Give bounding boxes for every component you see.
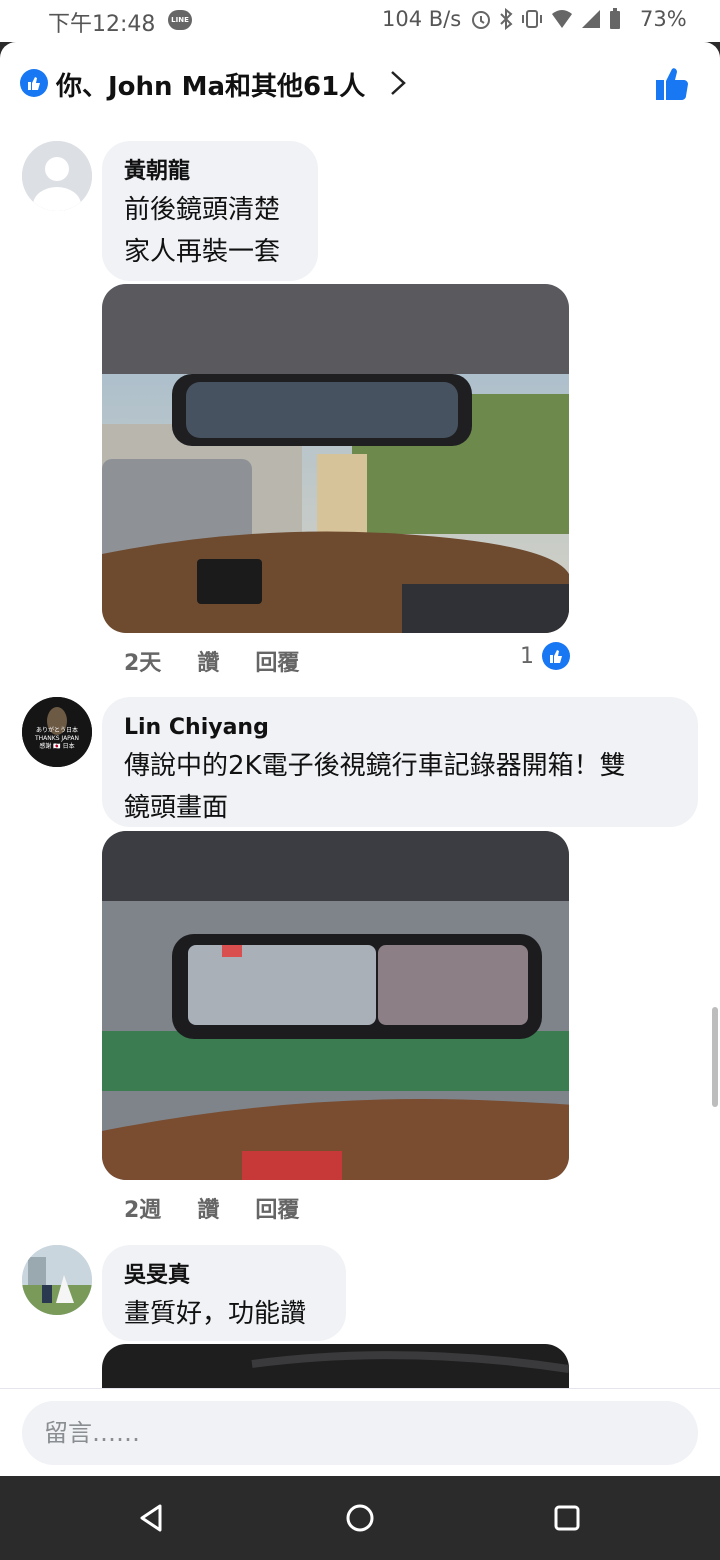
commenter-name[interactable]: 吳旻真 bbox=[124, 1259, 324, 1293]
avatar-caption: ありがとう日本 THANKS JAPAN 感謝 🇯🇵 日本 bbox=[34, 727, 79, 750]
wedding-avatar-image bbox=[22, 1245, 92, 1315]
battery-icon bbox=[610, 8, 620, 29]
battery-percent: 73% bbox=[640, 7, 687, 31]
like-comment-button[interactable]: 讚 bbox=[197, 645, 219, 677]
comment-photo[interactable] bbox=[102, 284, 569, 633]
avatar[interactable]: ありがとう日本 THANKS JAPAN 感謝 🇯🇵 日本 bbox=[22, 697, 92, 767]
car-mirror-photo bbox=[102, 284, 569, 633]
status-icons bbox=[470, 8, 622, 30]
comment-bubble[interactable]: Lin Chiyang 傳說中的2K電子後視鏡行車記錄器開箱！雙 鏡頭畫面 bbox=[102, 697, 698, 827]
comment-line: 家人再裝一套 bbox=[124, 237, 281, 267]
signal-icon bbox=[582, 10, 600, 28]
status-time: 下午12:48 bbox=[48, 12, 156, 37]
comment-line: 畫質好，功能讚 bbox=[124, 1299, 307, 1329]
comment-time: 2天 bbox=[124, 651, 162, 676]
comment-line: 鏡頭畫面 bbox=[124, 793, 229, 823]
chevron-right-icon[interactable] bbox=[384, 68, 414, 98]
comments-sheet: 你、John Ma和其他61人 黃朝龍 前後鏡頭清楚 家人再裝一套 2天 讚 回… bbox=[0, 42, 720, 1476]
comment-line: 前後鏡頭清楚 bbox=[124, 195, 281, 225]
status-bar: 下午12:48 LINE 104 B/s 73% bbox=[0, 0, 720, 42]
comment-photo[interactable] bbox=[102, 831, 569, 1180]
vibrate-icon bbox=[522, 10, 542, 28]
comment-time: 2週 bbox=[124, 1198, 162, 1223]
like-count-number: 1 bbox=[520, 643, 534, 669]
reply-button[interactable]: 回覆 bbox=[255, 645, 299, 677]
reactions-header[interactable]: 你、John Ma和其他61人 bbox=[0, 42, 720, 132]
recents-icon[interactable] bbox=[549, 1500, 585, 1536]
comment-like-count[interactable]: 1 bbox=[520, 642, 570, 670]
home-icon[interactable] bbox=[342, 1500, 378, 1536]
comment-meta: 2週 讚 回覆 bbox=[124, 1192, 299, 1224]
comment-input[interactable] bbox=[22, 1401, 698, 1465]
like-reaction-icon bbox=[20, 69, 48, 97]
commenter-name[interactable]: Lin Chiyang bbox=[124, 711, 676, 745]
comment-line: 傳說中的2K電子後視鏡行車記錄器開箱！雙 bbox=[124, 751, 626, 781]
back-icon[interactable] bbox=[134, 1500, 170, 1536]
comment-meta: 2天 讚 回覆 bbox=[124, 645, 299, 677]
network-speed: 104 B/s bbox=[382, 7, 462, 31]
bluetooth-icon bbox=[500, 8, 513, 30]
like-post-button[interactable] bbox=[652, 64, 692, 104]
comment-bubble[interactable]: 吳旻真 畫質好，功能讚 bbox=[102, 1245, 346, 1341]
like-comment-button[interactable]: 讚 bbox=[197, 1192, 219, 1224]
like-reaction-icon bbox=[542, 642, 570, 670]
avatar[interactable] bbox=[22, 141, 92, 211]
commenter-name[interactable]: 黃朝龍 bbox=[124, 155, 296, 189]
wifi-icon bbox=[552, 10, 572, 28]
reply-button[interactable]: 回覆 bbox=[255, 1192, 299, 1224]
line-notification-icon: LINE bbox=[168, 10, 192, 30]
navigation-bar bbox=[0, 1476, 720, 1560]
default-user-icon bbox=[22, 141, 92, 211]
alarm-icon bbox=[472, 11, 490, 29]
comment-composer bbox=[0, 1388, 720, 1476]
scrollbar[interactable] bbox=[712, 1007, 718, 1107]
comment-bubble[interactable]: 黃朝龍 前後鏡頭清楚 家人再裝一套 bbox=[102, 141, 318, 281]
car-mirror-photo bbox=[102, 831, 569, 1180]
reactions-summary[interactable]: 你、John Ma和其他61人 bbox=[56, 66, 365, 103]
avatar[interactable] bbox=[22, 1245, 92, 1315]
